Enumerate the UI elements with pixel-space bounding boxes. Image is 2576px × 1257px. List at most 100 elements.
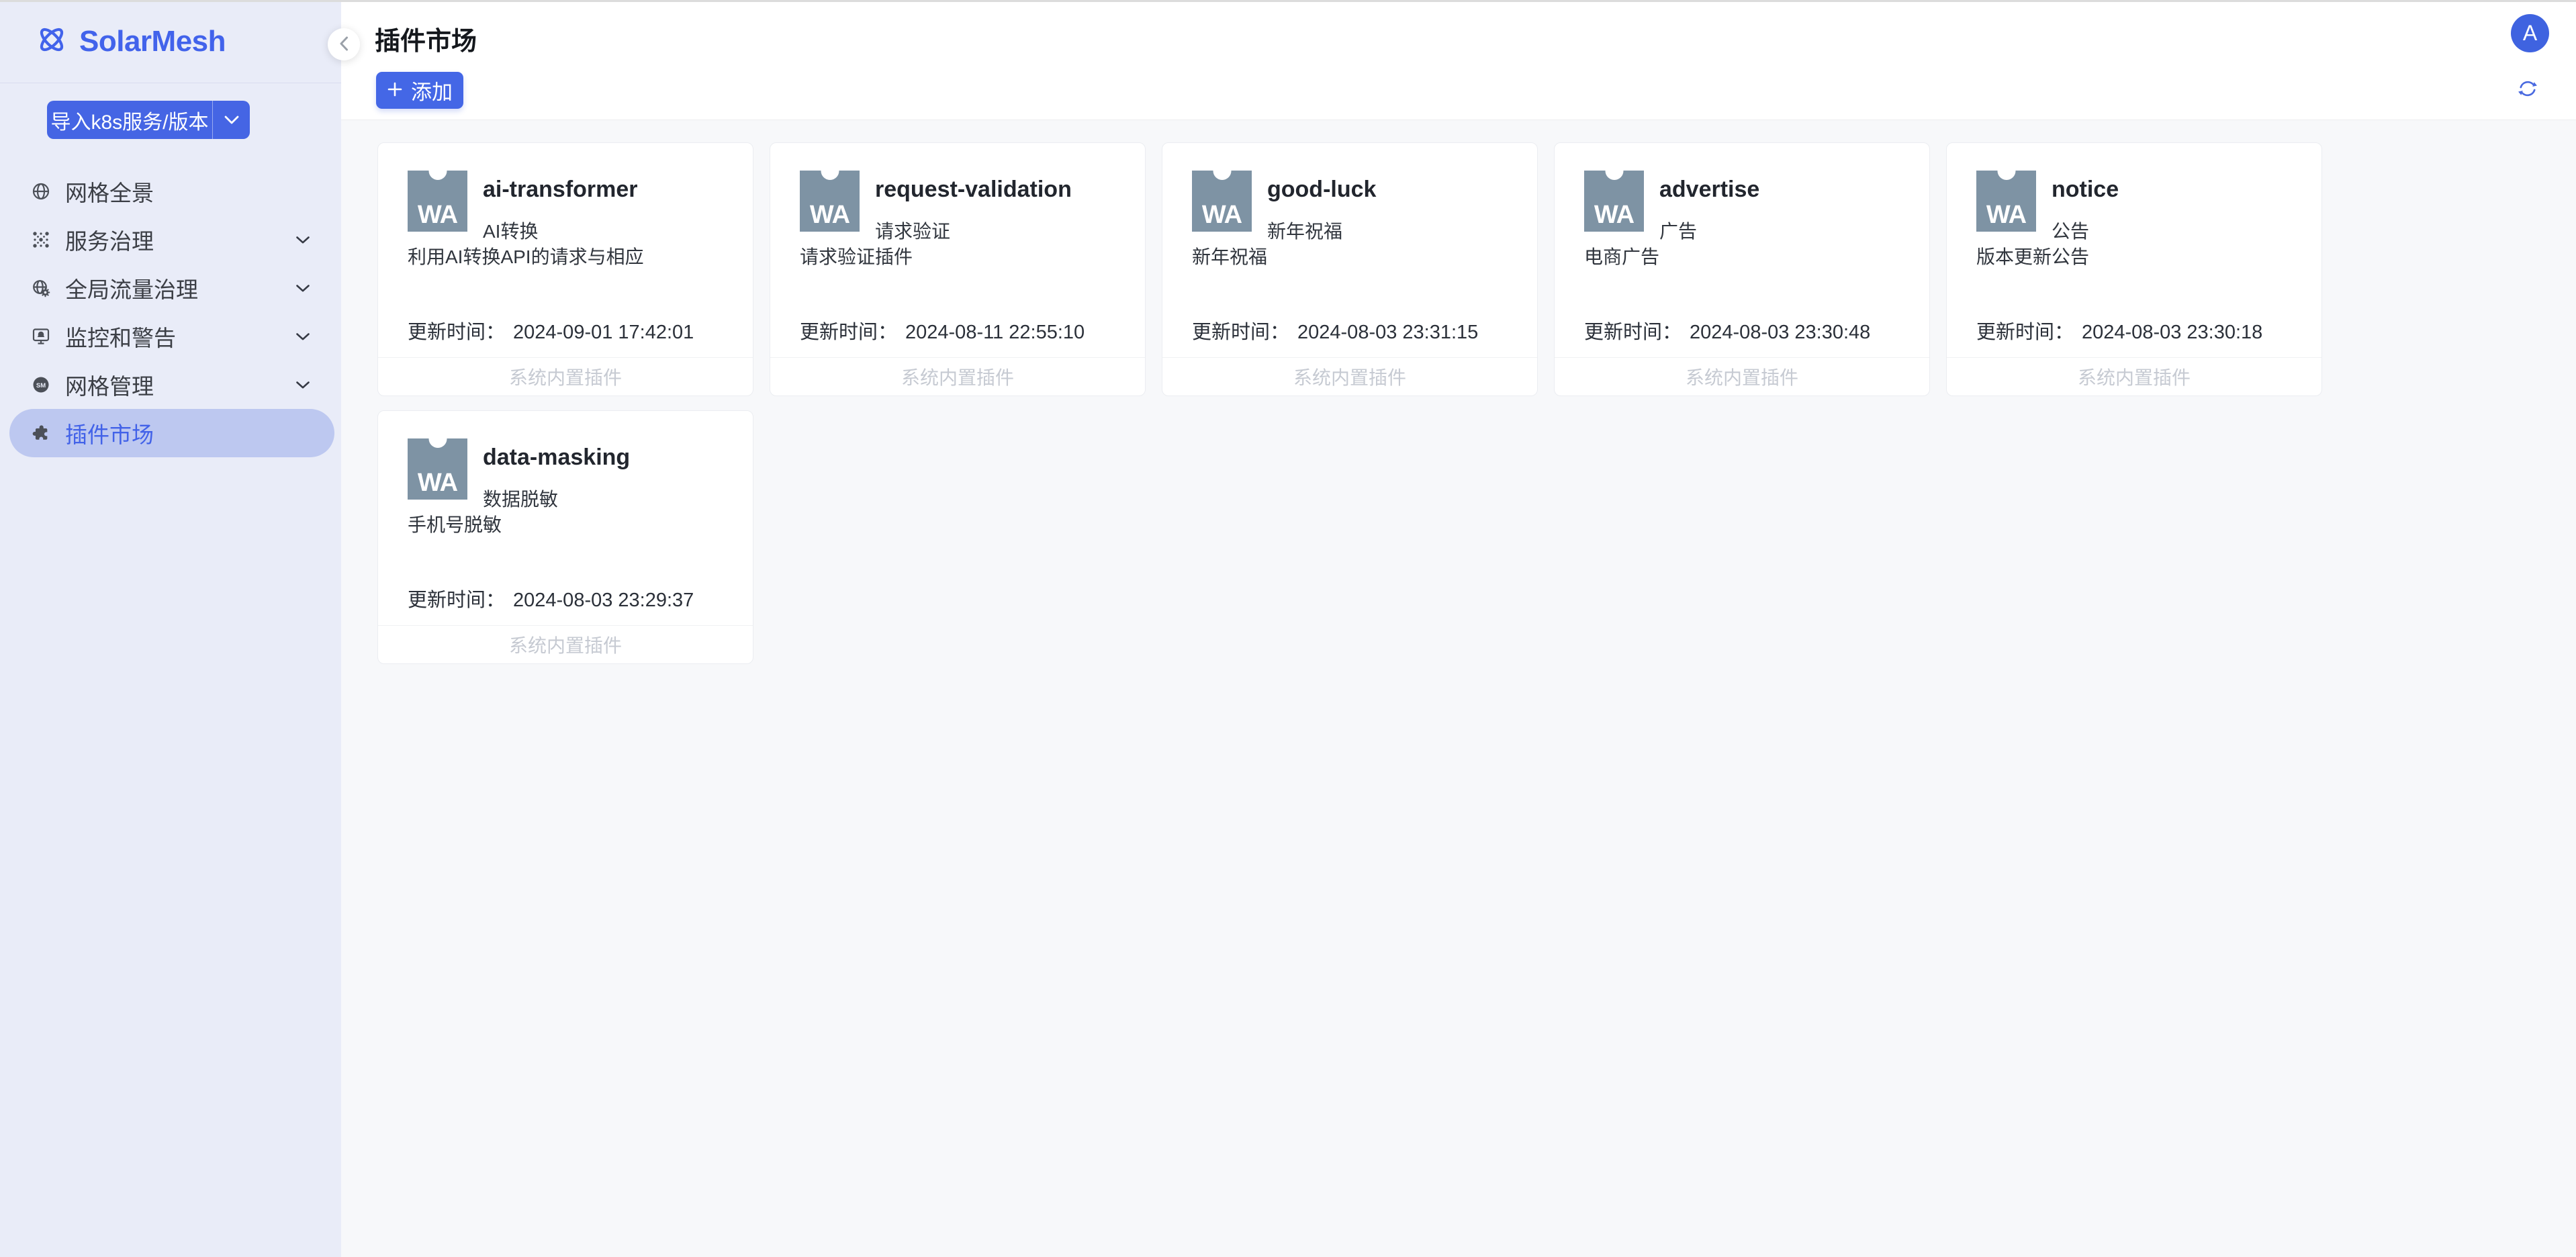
plugin-name: advertise xyxy=(1659,177,1759,203)
plugin-updated-row: 更新时间： 2024-08-03 23:31:15 xyxy=(1192,316,1478,344)
sidebar-item-label: 网格全景 xyxy=(65,175,334,207)
add-plugin-button[interactable]: 添加 xyxy=(376,72,463,109)
updated-time-value: 2024-08-03 23:30:18 xyxy=(2082,322,2262,343)
plugin-updated-row: 更新时间： 2024-08-03 23:29:37 xyxy=(408,584,694,612)
wasm-plugin-logo: WA xyxy=(408,438,467,500)
plugin-footer: 系统内置插件 xyxy=(1947,357,2321,395)
plugin-updated-row: 更新时间：2024-08-03 23:30:48 xyxy=(1584,316,1870,344)
plugin-footer: 系统内置插件 xyxy=(378,625,753,663)
plugin-card[interactable]: WA request-validation 请求验证 请求验证插件 更新时间：2… xyxy=(770,142,1146,396)
wasm-plugin-logo: WA xyxy=(1976,171,2036,232)
plugin-footer-label: 系统内置插件 xyxy=(2078,363,2191,390)
updated-time-label: 更新时间： xyxy=(408,322,505,343)
sidebar-item-label: 插件市场 xyxy=(65,417,334,449)
content-area: WA ai-transformer AI转换 利用AI转换API的请求与相应 更… xyxy=(341,120,2576,1257)
plugin-footer-label: 系统内置插件 xyxy=(1293,363,1406,390)
plugin-footer-label: 系统内置插件 xyxy=(509,631,622,658)
sidebar-item-global-traffic[interactable]: 全局流量治理 xyxy=(9,264,334,312)
plugin-footer-label: 系统内置插件 xyxy=(901,363,1014,390)
import-k8s-button-label: 导入k8s服务/版本 xyxy=(47,101,212,139)
global-traffic-icon xyxy=(32,279,50,297)
plugin-name: request-validation xyxy=(875,177,1072,203)
solarmesh-logo-icon xyxy=(35,23,68,60)
plugin-name: good-luck xyxy=(1267,177,1376,203)
plugin-subtitle: 广告 xyxy=(1659,217,1697,244)
refresh-button[interactable] xyxy=(2516,78,2540,101)
updated-time-value: 2024-08-11 22:55:10 xyxy=(905,322,1085,343)
logo-block: SolarMesh xyxy=(0,0,341,83)
plugin-card[interactable]: WA ai-transformer AI转换 利用AI转换API的请求与相应 更… xyxy=(377,142,753,396)
sidebar-item-service-governance[interactable]: 服务治理 xyxy=(9,216,334,264)
plugin-name: ai-transformer xyxy=(483,177,638,203)
plugin-card[interactable]: WA notice 公告 版本更新公告 更新时间：2024-08-03 23:3… xyxy=(1946,142,2322,396)
wasm-logo-text: WA xyxy=(1584,201,1644,230)
plugin-card[interactable]: WA good-luck 新年祝福 新年祝福 更新时间：2024-08-03 2… xyxy=(1162,142,1538,396)
updated-time-label: 更新时间： xyxy=(1192,322,1289,343)
chevron-down-icon xyxy=(295,284,310,293)
import-k8s-button[interactable]: 导入k8s服务/版本 xyxy=(47,101,250,139)
solarmesh-logo-text: SolarMesh xyxy=(79,25,226,58)
wasm-logo-text: WA xyxy=(800,201,860,230)
plugin-footer: 系统内置插件 xyxy=(770,357,1145,395)
chevron-down-icon xyxy=(295,332,310,341)
service-governance-icon xyxy=(32,230,50,249)
refresh-icon xyxy=(2516,78,2539,101)
sidebar-item-label: 全局流量治理 xyxy=(65,272,281,304)
plugin-updated-row: 更新时间： 2024-09-01 17:42:01 xyxy=(408,316,694,344)
plugin-card[interactable]: WA data-masking 数据脱敏 手机号脱敏 更新时间： 2024-08-… xyxy=(377,410,753,664)
updated-time-value: 2024-09-01 17:42:01 xyxy=(513,322,694,343)
plugin-card[interactable]: WA advertise 广告 电商广告 更新时间：2024-08-03 23:… xyxy=(1554,142,1930,396)
sidebar-item-label: 服务治理 xyxy=(65,224,281,256)
sidebar: SolarMesh 导入k8s服务/版本 网格全景服务治理全局流量治理监控和警告… xyxy=(0,0,341,1257)
page-title: 插件市场 xyxy=(375,20,477,57)
mesh-management-icon: SM xyxy=(32,375,50,394)
plugin-footer: 系统内置插件 xyxy=(1162,357,1537,395)
plugin-description: 手机号脱敏 xyxy=(408,513,730,537)
chevron-down-icon xyxy=(295,381,310,389)
svg-text:SM: SM xyxy=(36,382,46,389)
plugin-description: 电商广告 xyxy=(1584,245,1906,269)
plugin-subtitle: 数据脱敏 xyxy=(483,485,558,512)
plugin-name: data-masking xyxy=(483,445,630,471)
wasm-logo-text: WA xyxy=(408,469,467,498)
sidebar-item-mesh-management[interactable]: SM 网格管理 xyxy=(9,361,334,409)
sidebar-item-label: 监控和警告 xyxy=(65,320,281,353)
add-plugin-button-label: 添加 xyxy=(411,75,453,105)
plugin-description: 利用AI转换API的请求与相应 xyxy=(408,245,730,269)
sidebar-collapse-button[interactable] xyxy=(328,28,360,60)
wasm-logo-text: WA xyxy=(1976,201,2036,230)
plugin-updated-row: 更新时间： 2024-08-03 23:30:18 xyxy=(1976,316,2262,344)
plugin-card-grid: WA ai-transformer AI转换 利用AI转换API的请求与相应 更… xyxy=(377,142,2322,664)
updated-time-value: 2024-08-03 23:29:37 xyxy=(513,590,694,611)
globe-icon xyxy=(32,182,50,201)
wasm-plugin-logo: WA xyxy=(1584,171,1644,232)
sidebar-item-monitoring-alerts[interactable]: 监控和警告 xyxy=(9,312,334,361)
plugin-footer: 系统内置插件 xyxy=(1555,357,1929,395)
wasm-plugin-logo: WA xyxy=(800,171,860,232)
updated-time-label: 更新时间： xyxy=(408,590,505,611)
sidebar-menu: 网格全景服务治理全局流量治理监控和警告 SM 网格管理插件市场 xyxy=(0,167,341,457)
plugin-updated-row: 更新时间：2024-08-11 22:55:10 xyxy=(800,316,1085,344)
sidebar-item-mesh-overview[interactable]: 网格全景 xyxy=(9,167,334,216)
plugin-footer: 系统内置插件 xyxy=(378,357,753,395)
chevron-down-icon[interactable] xyxy=(213,101,250,139)
chevron-down-icon xyxy=(295,236,310,244)
plugin-footer-label: 系统内置插件 xyxy=(1686,363,1798,390)
import-button-wrap: 导入k8s服务/版本 xyxy=(0,83,341,139)
updated-time-value: 2024-08-03 23:31:15 xyxy=(1297,322,1478,343)
wasm-plugin-logo: WA xyxy=(408,171,467,232)
wasm-logo-text: WA xyxy=(408,201,467,230)
plugin-subtitle: 新年祝福 xyxy=(1267,217,1342,244)
user-avatar[interactable]: A xyxy=(2511,14,2549,52)
plugin-description: 版本更新公告 xyxy=(1976,245,2299,269)
chevron-left-icon xyxy=(338,36,349,54)
plugin-description: 新年祝福 xyxy=(1192,245,1514,269)
sidebar-item-label: 网格管理 xyxy=(65,369,281,401)
plugin-subtitle: 公告 xyxy=(2052,217,2089,244)
sidebar-item-plugin-market[interactable]: 插件市场 xyxy=(9,409,334,457)
updated-time-label: 更新时间： xyxy=(1584,322,1682,343)
plugin-footer-label: 系统内置插件 xyxy=(509,363,622,390)
plugin-description: 请求验证插件 xyxy=(800,245,1122,269)
monitoring-alerts-icon xyxy=(32,327,50,346)
updated-time-label: 更新时间： xyxy=(1976,322,2074,343)
